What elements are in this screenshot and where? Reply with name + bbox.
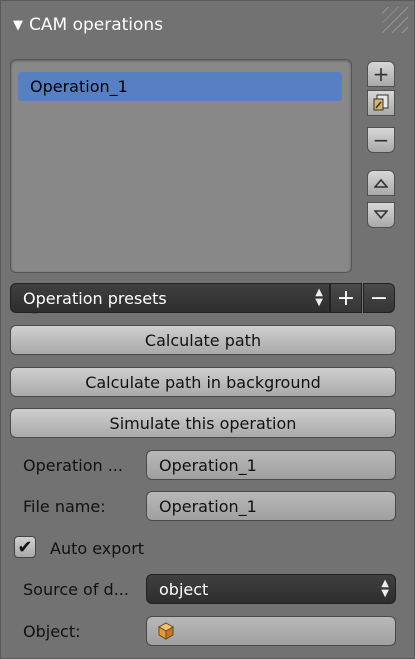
plus-icon: + [336, 285, 356, 311]
triangle-up-icon [374, 178, 388, 188]
calculate-path-button[interactable]: Calculate path [10, 325, 396, 355]
list-item-label: Operation_1 [30, 77, 128, 96]
operation-name-value: Operation_1 [159, 455, 257, 475]
file-name-field[interactable]: Operation_1 [146, 491, 396, 521]
file-name-label: File name: [23, 497, 106, 516]
source-of-data-label: Source of d... [23, 580, 129, 599]
plus-icon: + [372, 62, 390, 86]
operation-name-label: Operation ... [23, 456, 123, 475]
copy-operation-button[interactable] [367, 90, 395, 116]
add-operation-button[interactable]: + [367, 61, 395, 87]
move-up-button[interactable] [367, 170, 395, 196]
minus-icon: − [369, 285, 389, 311]
cam-operations-panel: ▼ CAM operations Operation_1 + + − [0, 0, 415, 659]
remove-operation-button[interactable]: − [367, 127, 395, 153]
remove-preset-button[interactable]: − [363, 283, 395, 313]
collapse-triangle-icon[interactable]: ▼ [13, 18, 23, 33]
presets-label: Operation presets [23, 288, 167, 308]
panel-title: CAM operations [29, 15, 164, 35]
triangle-down-icon [374, 210, 388, 220]
checkmark-icon: ✔ [17, 536, 33, 558]
cube-object-icon [157, 622, 175, 640]
object-label: Object: [23, 622, 81, 641]
move-down-button[interactable] [367, 202, 395, 228]
simulate-operation-button[interactable]: Simulate this operation [10, 408, 396, 438]
operations-list[interactable]: Operation_1 + [10, 59, 352, 314]
operation-name-field[interactable]: Operation_1 [146, 450, 396, 480]
operation-presets-select[interactable]: Operation presets ▲ ▼ [10, 283, 330, 313]
auto-export-checkbox[interactable]: ✔ [14, 536, 36, 558]
list-item[interactable]: Operation_1 [18, 72, 342, 101]
auto-export-label: Auto export [50, 539, 145, 558]
updown-arrows-icon: ▲ ▼ [315, 287, 323, 308]
updown-arrows-icon: ▲ ▼ [381, 578, 389, 599]
object-field[interactable] [146, 616, 396, 646]
source-of-data-select[interactable]: object ▲ ▼ [146, 574, 396, 604]
panel-drag-grip-icon[interactable] [382, 7, 408, 33]
presets-row: Operation presets ▲ ▼ + − [10, 283, 396, 313]
panel-header[interactable]: ▼ CAM operations [13, 9, 383, 41]
add-preset-button[interactable]: + [330, 283, 362, 313]
source-value: object [159, 579, 209, 599]
minus-icon: − [372, 128, 390, 152]
calculate-path-background-button[interactable]: Calculate path in background [10, 367, 396, 397]
file-name-value: Operation_1 [159, 496, 257, 516]
copy-icon [373, 94, 389, 111]
